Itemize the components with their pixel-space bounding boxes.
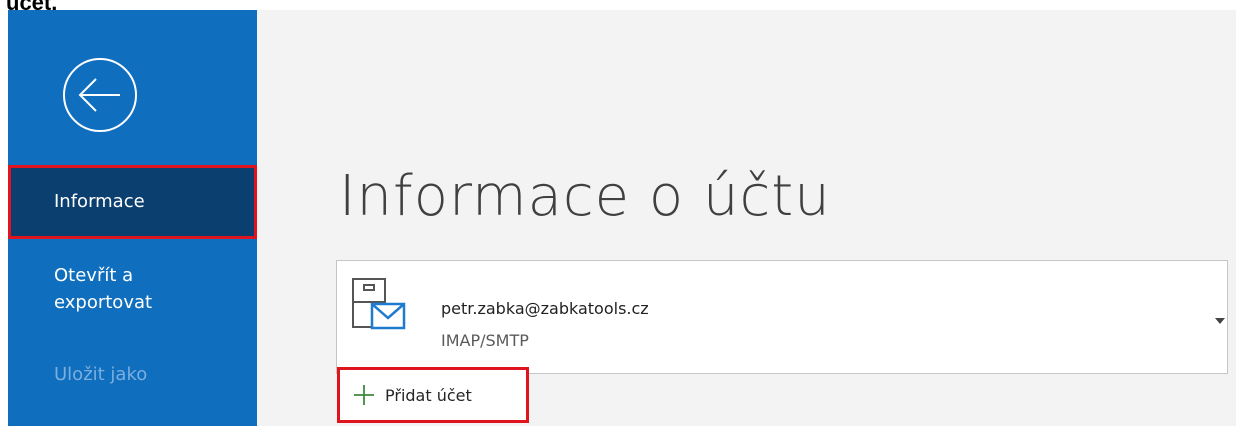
- caret-down-icon: [1215, 318, 1225, 324]
- sidebar-item-label: Informace: [54, 191, 145, 212]
- add-account-button[interactable]: Přidat účet: [337, 367, 529, 423]
- sidebar-item-label: Uložit jako: [54, 364, 148, 385]
- sidebar-item-label-line2: exportovat: [54, 292, 153, 313]
- arrow-left-circle-icon: [63, 58, 137, 132]
- sidebar-item-label-line1: Otevřít a: [54, 265, 134, 286]
- account-email: petr.zabka@zabkatools.cz: [441, 299, 649, 318]
- account-selector[interactable]: petr.zabka@zabkatools.cz IMAP/SMTP: [336, 260, 1228, 374]
- sidebar-item-informace[interactable]: Informace: [8, 165, 257, 239]
- account-type: IMAP/SMTP: [441, 331, 529, 350]
- page-title: Informace o účtu: [339, 164, 831, 229]
- outlook-backstage-window: Informace Otevřít a exportovat Uložit ja…: [8, 10, 1236, 426]
- sidebar-item-ulozit-jako[interactable]: Uložit jako: [8, 363, 257, 393]
- mailbox-icon: [352, 278, 406, 330]
- back-button[interactable]: [62, 57, 138, 133]
- sidebar-item-otevrit-exportovat[interactable]: Otevřít a exportovat: [8, 262, 257, 322]
- add-account-label: Přidat účet: [385, 385, 472, 405]
- main-content: Informace o účtu petr.zabka@zabkatools.c…: [257, 10, 1236, 426]
- backstage-sidebar: Informace Otevřít a exportovat Uložit ja…: [8, 10, 257, 426]
- plus-icon: [354, 385, 374, 405]
